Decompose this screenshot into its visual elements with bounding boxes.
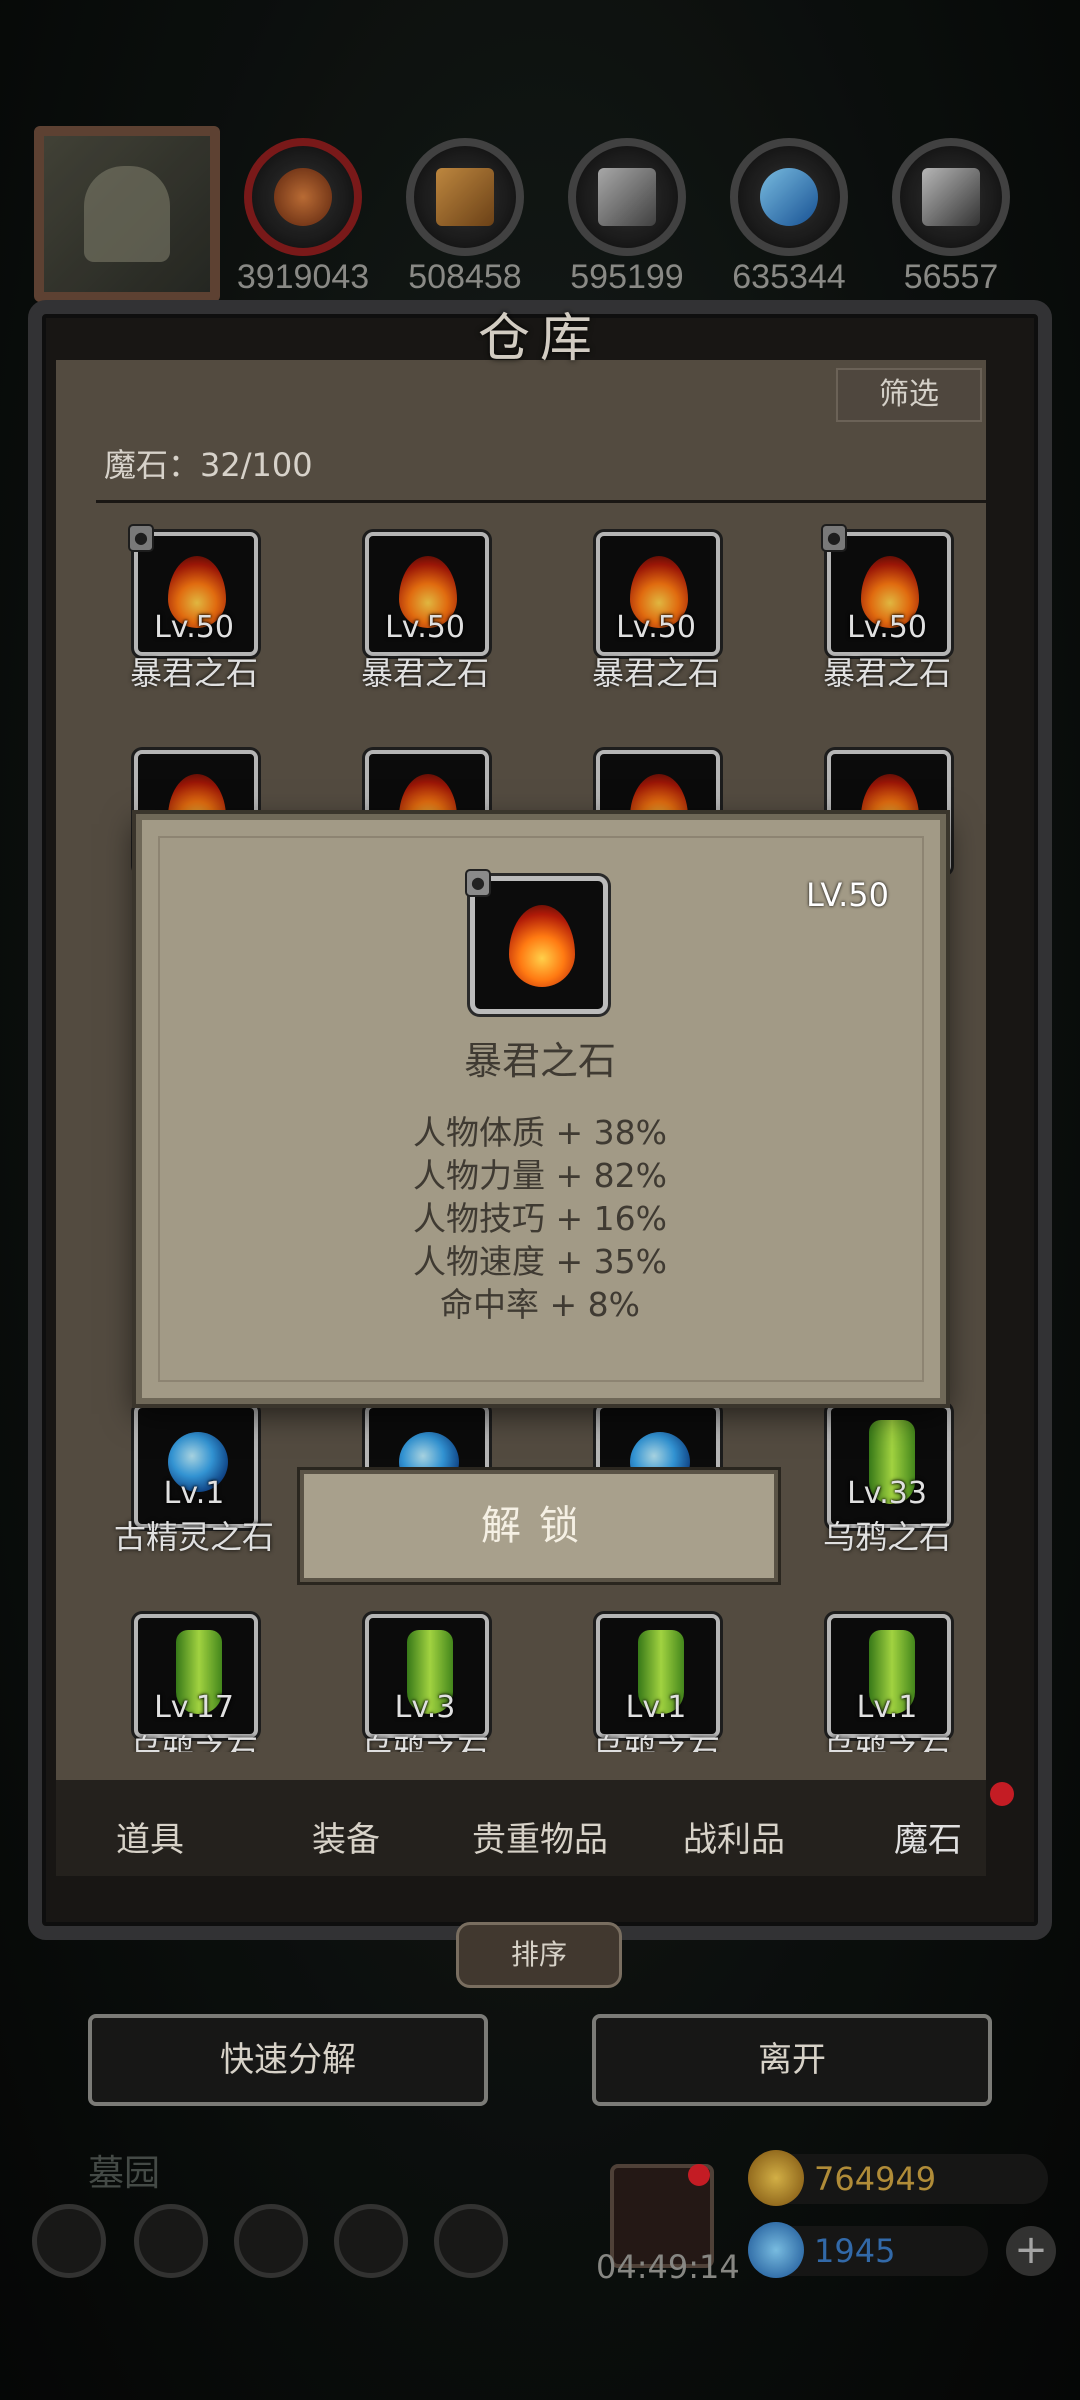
stat-line: 人物技巧 + 16% <box>413 1199 667 1238</box>
stat-line: 人物力量 + 82% <box>413 1156 667 1195</box>
stat-line: 人物体质 + 38% <box>413 1113 667 1152</box>
popup-item-name: 暴君之石 <box>463 1039 616 1083</box>
popup-level: LV.50 <box>806 876 889 914</box>
unlock-button[interactable]: 解锁 <box>300 1470 778 1582</box>
lock-icon: ● <box>465 869 491 897</box>
popup-item-slot: ● <box>465 869 608 1014</box>
stat-line: 命中率 + 8% <box>440 1285 640 1324</box>
stat-line: 人物速度 + 35% <box>413 1242 667 1281</box>
fire-stone-icon <box>509 905 575 987</box>
